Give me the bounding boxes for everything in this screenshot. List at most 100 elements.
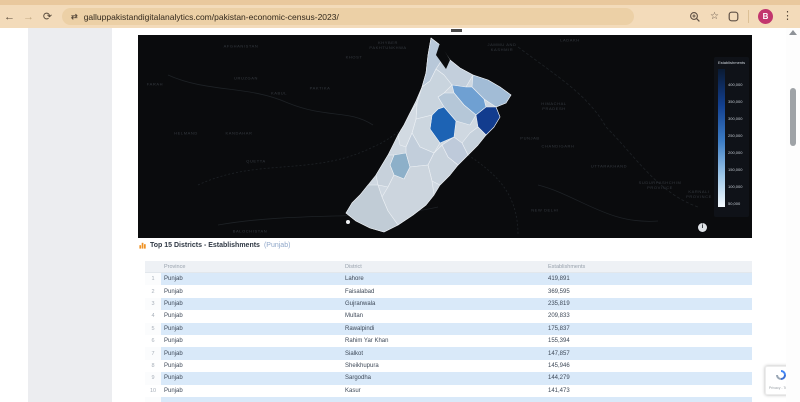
legend-tick: 100,000 <box>728 184 743 189</box>
province-cell: Punjab <box>164 325 183 332</box>
table-row[interactable]: 10 Punjab Kasur 141,473 <box>145 384 752 397</box>
browser-chrome: ← → ⟳ ⇄ galluppakistandigitalanalytics.c… <box>0 0 800 29</box>
map-label: PAKTIKA <box>309 85 331 91</box>
map-label: FARAH <box>146 81 164 87</box>
table-row[interactable]: 5 Punjab Rawalpindi 175,837 <box>145 322 752 335</box>
url-text[interactable]: galluppakistandigitalanalytics.com/pakis… <box>84 12 339 22</box>
table-row[interactable]: 6 Punjab Rahim Yar Khan 155,394 <box>145 334 752 348</box>
profile-avatar[interactable]: B <box>758 9 773 24</box>
rank-cell: 1 <box>151 276 155 283</box>
map-label: QUETTA <box>246 158 266 164</box>
establishments-cell: 141,473 <box>548 387 570 394</box>
reload-button[interactable]: ⟳ <box>38 10 57 23</box>
table-row[interactable]: 4 Punjab Multan 209,833 <box>145 310 752 323</box>
choropleth-map[interactable]: AFGHANISTAN KHYBER PAKHTUNKHWA LADAKH JA… <box>138 35 752 238</box>
rank-cell: 4 <box>151 313 155 320</box>
map-city-dot <box>346 220 350 224</box>
province-cell: Punjab <box>164 313 183 320</box>
table-row[interactable]: 9 Punjab Sargodha 144,279 <box>145 372 752 385</box>
page-viewport: AFGHANISTAN KHYBER PAKHTUNKHWA LADAKH JA… <box>0 28 800 402</box>
province-cell: Punjab <box>164 288 183 295</box>
table-row[interactable]: 7 Punjab Sialkot 147,857 <box>145 347 752 360</box>
map-label: KHYBER PAKHTUNKHWA <box>369 40 407 50</box>
establishments-cell: 155,394 <box>548 338 570 345</box>
legend-tick: 150,000 <box>728 167 743 172</box>
district-cell: Sargodha <box>345 375 372 382</box>
legend-tick: 50,000 <box>728 201 741 206</box>
column-header-province: Province <box>164 263 186 270</box>
site-info-icon[interactable]: ⇄ <box>71 12 78 21</box>
menu-kebab-icon[interactable]: ⋮ <box>782 11 793 22</box>
district-cell: Sialkot <box>345 350 364 357</box>
legend-tick: 250,000 <box>728 133 743 138</box>
extensions-icon[interactable] <box>728 11 739 22</box>
district-cell: Faisalabad <box>345 288 375 295</box>
table-row[interactable]: 8 Punjab Sheikhupura 145,946 <box>145 359 752 373</box>
establishments-cell: 175,837 <box>548 325 570 332</box>
table-title-row: Top 15 Districts - Establishments (Punja… <box>139 240 290 250</box>
map-label: KHOST <box>345 54 363 60</box>
map-label: HIMACHAL PRADESH <box>541 101 567 111</box>
legend-tick: 300,000 <box>728 116 743 121</box>
back-button[interactable]: ← <box>0 11 19 23</box>
address-bar[interactable]: ⇄ galluppakistandigitalanalytics.com/pak… <box>62 8 634 25</box>
punjab-province-shape[interactable] <box>345 37 512 233</box>
rank-cell: 9 <box>151 375 155 382</box>
rank-cell: 10 <box>149 387 157 394</box>
legend-tick: 400,000 <box>728 82 743 87</box>
map-label: NEW DELHI <box>531 207 559 213</box>
bookmark-star-icon[interactable]: ☆ <box>710 11 719 22</box>
province-cell: Punjab <box>164 276 183 283</box>
map-label: KANDAHAR <box>225 130 253 136</box>
table-row[interactable]: 1 Punjab Lahore 419,891 <box>145 273 752 286</box>
map-label: AFGHANISTAN <box>223 43 259 49</box>
toolbar-divider <box>748 10 749 23</box>
map-label: HELMAND <box>174 130 198 136</box>
establishments-cell: 369,595 <box>548 288 570 295</box>
establishments-cell: 235,819 <box>548 300 570 307</box>
legend-gradient-bar <box>718 69 725 207</box>
establishments-cell: 145,946 <box>548 362 570 369</box>
scrolled-text-fragment <box>451 29 462 32</box>
column-header-establishments: Establishments <box>548 263 586 270</box>
district-cell: Multan <box>345 313 364 320</box>
rank-cell: 2 <box>151 288 155 295</box>
scrollbar-up-arrow-icon[interactable] <box>789 30 797 35</box>
districts-table: Province District Establishments 1 Punja… <box>145 261 752 402</box>
ranking-icon <box>139 242 146 249</box>
map-label: URUZGAN <box>234 75 258 81</box>
establishments-cell: 144,279 <box>548 375 570 382</box>
province-cell: Punjab <box>164 375 183 382</box>
punjab-districts-svg <box>167 37 699 236</box>
table-row[interactable]: 3 Punjab Gujranwala 235,819 <box>145 297 752 311</box>
map-label: CHANDIGARH <box>541 143 575 149</box>
district-cell: Lahore <box>345 276 364 283</box>
rank-cell: 8 <box>151 362 155 369</box>
table-row[interactable]: 2 Punjab Faisalabad 369,595 <box>145 285 752 298</box>
map-label: PUNJAB <box>520 135 540 141</box>
district-cell: Gujranwala <box>345 300 376 307</box>
rank-cell: 3 <box>151 300 155 307</box>
map-label: BALOCHISTAN <box>232 228 268 234</box>
district-cell: Rahim Yar Khan <box>345 338 389 345</box>
province-cell: Punjab <box>164 338 183 345</box>
map-attribution-icon[interactable]: i <box>698 223 707 232</box>
table-region-label: (Punjab) <box>263 241 291 249</box>
browser-toolbar: ← → ⟳ ⇄ galluppakistandigitalanalytics.c… <box>0 5 800 28</box>
map-label: UTTARAKHAND <box>590 163 628 169</box>
forward-button[interactable]: → <box>19 11 38 23</box>
legend-title: Establishments <box>718 60 746 65</box>
table-row-clipped[interactable] <box>145 396 752 402</box>
district-cell: Rawalpindi <box>345 325 375 332</box>
district-cell: Sheikhupura <box>345 362 379 369</box>
province-cell: Punjab <box>164 300 183 307</box>
scrollbar-thumb[interactable] <box>790 88 796 146</box>
browser-window: ← → ⟳ ⇄ galluppakistandigitalanalytics.c… <box>0 0 800 402</box>
district-cell: Kasur <box>345 387 361 394</box>
rank-cell: 6 <box>151 338 155 345</box>
zoom-icon[interactable] <box>689 11 701 23</box>
page-scrollbar[interactable] <box>786 28 800 402</box>
map-label: LADAKH <box>560 37 580 43</box>
map-label: JAMMU AND KASHMIR <box>487 42 517 52</box>
map-legend: Establishments 400,000 350,000 300,000 2… <box>714 57 749 217</box>
